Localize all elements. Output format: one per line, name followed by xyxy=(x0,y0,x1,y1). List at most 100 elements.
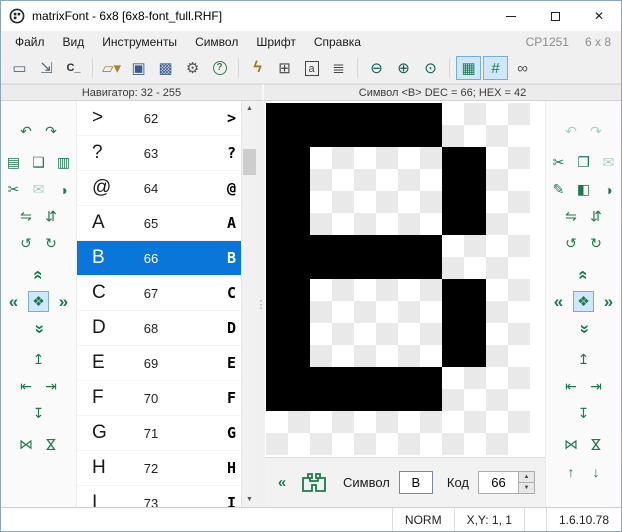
fill-icon[interactable]: ◧ xyxy=(573,179,594,200)
char-row-72[interactable]: H72H xyxy=(77,451,241,486)
menu-symbol[interactable]: Символ xyxy=(186,33,247,51)
help-icon[interactable]: ? xyxy=(207,56,232,80)
move-icon[interactable]: ❖ xyxy=(573,291,594,312)
paste-icon[interactable]: ✉ xyxy=(598,152,619,173)
move-icon[interactable]: ❖ xyxy=(28,291,49,312)
pixel-cell[interactable] xyxy=(354,367,398,411)
settings-icon[interactable]: ⚙ xyxy=(180,56,205,80)
pixel-cell[interactable] xyxy=(310,367,354,411)
pixel-cell[interactable] xyxy=(442,279,486,323)
mirror-vertical-icon[interactable]: ⋈ xyxy=(586,434,607,455)
pixel-cell[interactable] xyxy=(442,367,486,411)
pixel-cell[interactable] xyxy=(442,235,486,279)
menu-view[interactable]: Вид xyxy=(54,33,94,51)
align-top-icon[interactable]: ↥ xyxy=(573,349,594,370)
preview-icon[interactable]: a xyxy=(299,56,324,80)
maximize-button[interactable] xyxy=(533,1,577,31)
show-grid-icon[interactable]: ▦ xyxy=(456,56,481,80)
undo-icon[interactable]: ↶ xyxy=(16,121,37,142)
import-font-icon[interactable]: ⇲ xyxy=(34,56,59,80)
code-input[interactable] xyxy=(478,471,518,494)
shift-down-icon[interactable]: « xyxy=(28,318,49,339)
insert-rows-icon[interactable]: ▤ xyxy=(3,152,24,173)
pixel-cell[interactable] xyxy=(266,147,310,191)
flip-vertical-icon[interactable]: ⇵ xyxy=(586,206,607,227)
menu-font[interactable]: Шрифт xyxy=(247,33,304,51)
pixel-cell[interactable] xyxy=(398,279,442,323)
scroll-down-icon[interactable]: ▼ xyxy=(242,492,257,507)
charset-icon[interactable]: C_ xyxy=(61,56,86,80)
charmap-icon[interactable]: ⊞ xyxy=(272,56,297,80)
rotate-right-icon[interactable]: ↻ xyxy=(41,233,62,254)
pixel-cell[interactable] xyxy=(398,103,442,147)
align-top-icon[interactable]: ↥ xyxy=(28,349,49,370)
pixel-cell[interactable] xyxy=(310,411,354,455)
cut-icon[interactable]: ✂ xyxy=(548,152,569,173)
pixel-cell[interactable] xyxy=(398,191,442,235)
pixel-cell[interactable] xyxy=(266,323,310,367)
char-row-71[interactable]: G71G xyxy=(77,416,241,451)
flip-horizontal-icon[interactable]: ⇋ xyxy=(561,206,582,227)
symbol-input[interactable] xyxy=(399,471,433,494)
shift-left-icon[interactable]: « xyxy=(548,291,569,312)
pixel-cell[interactable] xyxy=(266,279,310,323)
pixel-cell[interactable] xyxy=(354,411,398,455)
shift-up-icon[interactable]: « xyxy=(28,264,49,285)
pixel-cell[interactable] xyxy=(486,411,530,455)
pixel-cell[interactable] xyxy=(266,103,310,147)
char-row-69[interactable]: E69E xyxy=(77,346,241,381)
minimize-button[interactable] xyxy=(489,1,533,31)
pixel-cell[interactable] xyxy=(354,235,398,279)
undo-icon[interactable]: ↶ xyxy=(561,121,582,142)
pixel-cell[interactable] xyxy=(486,279,530,323)
pixel-cell[interactable] xyxy=(486,323,530,367)
char-row-65[interactable]: A65A xyxy=(77,206,241,241)
menu-file[interactable]: Файл xyxy=(6,33,54,51)
pixel-grid[interactable] xyxy=(266,103,530,455)
pixel-cell[interactable] xyxy=(310,279,354,323)
pixel-cell[interactable] xyxy=(266,411,310,455)
panel-splitter[interactable]: ⋮ xyxy=(257,101,265,507)
crop-icon[interactable]: ❑ xyxy=(28,152,49,173)
pixel-cell[interactable] xyxy=(398,367,442,411)
pixel-cell[interactable] xyxy=(398,147,442,191)
previous-char-icon[interactable]: ↑ xyxy=(561,461,582,482)
zoom-reset-icon[interactable]: ⊙ xyxy=(418,56,443,80)
scroll-up-icon[interactable]: ▲ xyxy=(242,101,257,116)
mirror-horizontal-icon[interactable]: ⋈ xyxy=(561,434,582,455)
open-icon[interactable]: ▱▾ xyxy=(99,56,124,80)
pixel-cell[interactable] xyxy=(310,235,354,279)
align-bottom-icon[interactable]: ↧ xyxy=(573,403,594,424)
pixel-cell[interactable] xyxy=(442,191,486,235)
char-list-scrollbar[interactable]: ▲ ▼ xyxy=(241,101,257,507)
shift-down-icon[interactable]: « xyxy=(573,318,594,339)
align-bottom-icon[interactable]: ↧ xyxy=(28,403,49,424)
save-icon[interactable]: ▣ xyxy=(126,56,151,80)
menu-help[interactable]: Справка xyxy=(305,33,370,51)
flip-horizontal-icon[interactable]: ⇋ xyxy=(16,206,37,227)
shift-left-icon[interactable]: « xyxy=(3,291,24,312)
shift-up-icon[interactable]: « xyxy=(573,264,594,285)
char-row-66[interactable]: B66B xyxy=(77,241,241,276)
show-guides-icon[interactable]: # xyxy=(483,56,508,80)
generate-icon[interactable]: ϟ xyxy=(245,56,270,80)
pixel-cell[interactable] xyxy=(354,323,398,367)
pixel-cell[interactable] xyxy=(310,147,354,191)
menu-tools[interactable]: Инструменты xyxy=(93,33,186,51)
char-row-70[interactable]: F70F xyxy=(77,381,241,416)
invert-icon[interactable]: ◑ xyxy=(53,179,74,200)
pixel-cell[interactable] xyxy=(486,367,530,411)
align-left-icon[interactable]: ⇤ xyxy=(16,376,37,397)
zoom-in-icon[interactable]: ⊕ xyxy=(391,56,416,80)
next-char-icon[interactable]: ↓ xyxy=(586,461,607,482)
save-as-icon[interactable]: ▩ xyxy=(153,56,178,80)
align-right-icon[interactable]: ⇥ xyxy=(41,376,62,397)
mirror-horizontal-icon[interactable]: ⋈ xyxy=(16,434,37,455)
pixel-cell[interactable] xyxy=(398,235,442,279)
pixel-cell[interactable] xyxy=(354,147,398,191)
pixel-cell[interactable] xyxy=(486,147,530,191)
cut-icon[interactable]: ✂ xyxy=(3,179,24,200)
shift-right-icon[interactable]: » xyxy=(53,291,74,312)
rotate-left-icon[interactable]: ↺ xyxy=(16,233,37,254)
char-row-73[interactable]: I73I xyxy=(77,486,241,507)
